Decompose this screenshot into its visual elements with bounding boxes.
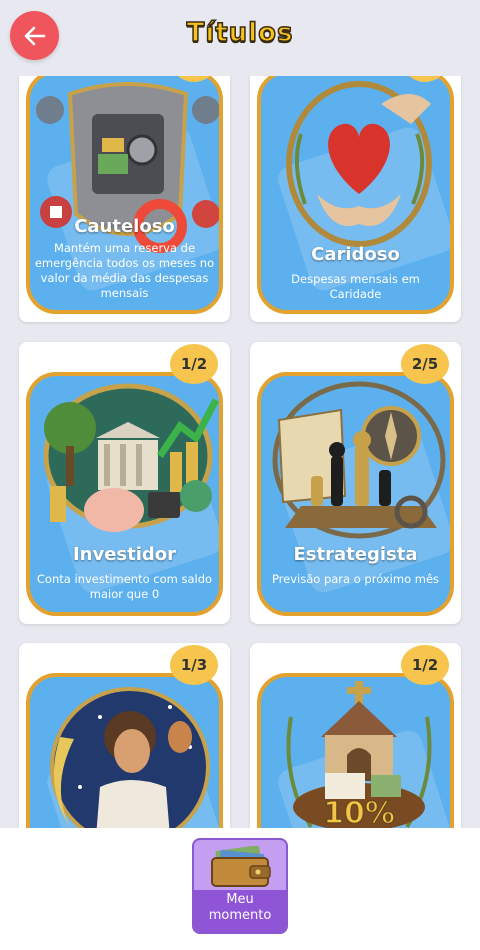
dreamer-moon-icon (50, 687, 210, 830)
bottom-nav: Meu momento (0, 828, 480, 950)
progress-badge: 1/2 (401, 645, 449, 685)
header: Títulos (0, 0, 480, 76)
my-moment-label: Meu momento (208, 892, 272, 923)
title-card-investidor[interactable]: 1/2 Investidor Conta investimento com sa… (19, 342, 230, 624)
svg-text:10%: 10% (323, 796, 395, 830)
page-title: Títulos (186, 17, 294, 49)
card-title: Investidor (72, 544, 177, 565)
card-description: Mantém uma reserva de emergência todos o… (34, 241, 215, 300)
progress-badge: 2/5 (401, 344, 449, 384)
title-card-sonhador[interactable]: 1/3 (19, 643, 230, 830)
progress-badge: 1/3 (170, 645, 218, 685)
card-title: Caridoso (311, 244, 400, 265)
church-tithe-icon: 10% (286, 681, 432, 830)
title-card-cauteloso[interactable]: Cauteloso Mantém uma reserva de emergênc… (19, 40, 230, 322)
card-description: Conta investimento com saldo maior que 0 (36, 572, 213, 601)
wallet-icon (211, 846, 271, 887)
title-card-estrategista[interactable]: 2/5 Estrategista Previsão para o próximo… (250, 342, 461, 624)
card-description: Despesas mensais em Caridade (291, 272, 420, 301)
card-title: Estrategista (293, 544, 418, 565)
titles-grid[interactable]: Cauteloso Mantém uma reserva de emergênc… (0, 40, 480, 830)
card-art (26, 673, 223, 830)
progress-badge: 1/2 (170, 344, 218, 384)
card-title: Cauteloso (74, 216, 175, 237)
title-card-dizimista[interactable]: 1/2 10% (250, 643, 461, 830)
card-art: 10% (257, 673, 454, 830)
my-moment-button[interactable]: Meu momento (192, 838, 288, 934)
card-description: Previsão para o próximo mês (271, 572, 440, 586)
title-card-caridoso[interactable]: Caridoso Despesas mensais em Caridade (250, 40, 461, 322)
